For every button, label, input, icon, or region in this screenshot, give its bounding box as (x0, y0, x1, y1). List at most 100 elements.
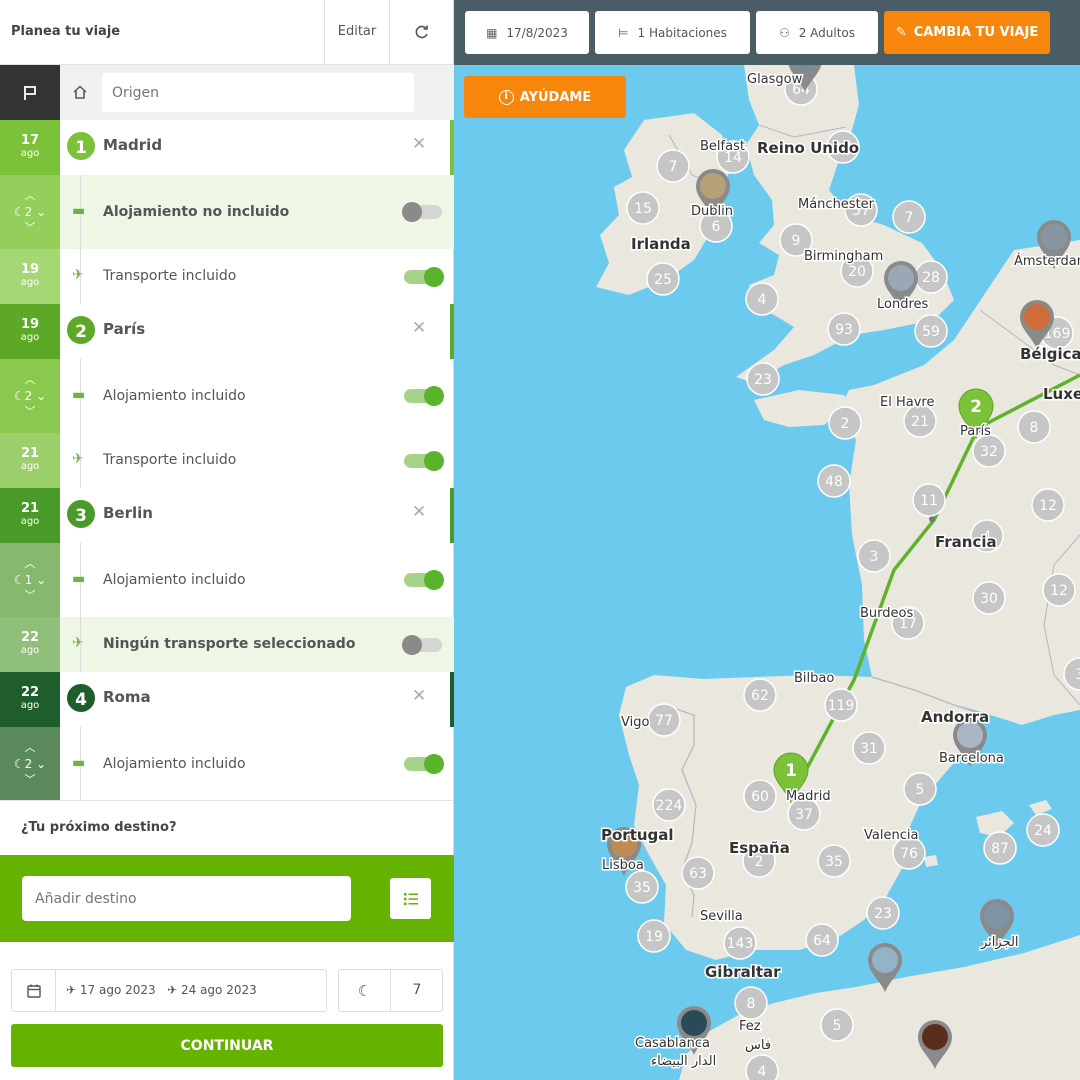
nights-stepper[interactable]: ︿ ☾2 ⌄ ﹀ (0, 175, 60, 249)
accommodation-toggle[interactable] (404, 570, 444, 590)
map-canvas[interactable]: 641771415657 7920 2825493 59231692 21 8324811… (454, 65, 1080, 1080)
cluster-count: 25 (654, 272, 672, 288)
calendar-icon (12, 970, 56, 1011)
chevron-down-icon[interactable]: ⌄ (36, 757, 46, 771)
cluster-count: 9 (792, 233, 801, 249)
map-cluster-marker[interactable]: 60 (743, 779, 777, 813)
map-cluster-marker[interactable]: 5 (903, 772, 937, 806)
edit-button[interactable]: Editar (324, 0, 389, 64)
cluster-count: 7 (669, 159, 678, 175)
map-cluster-marker[interactable]: 31 (852, 731, 886, 765)
chevron-down-icon[interactable]: ﹀ (25, 405, 36, 419)
map-cluster-marker[interactable]: 7 (892, 200, 926, 234)
map-cluster-marker[interactable]: 7 (656, 149, 690, 183)
help-button[interactable]: i AYÚDAME (464, 76, 626, 118)
map-cluster-marker[interactable]: 59 (914, 314, 948, 348)
map-cluster-marker[interactable]: 2 (828, 406, 862, 440)
land-ibiza (924, 855, 938, 867)
remove-city-button[interactable]: ✕ (412, 686, 426, 706)
map-cluster-marker[interactable]: 35 (817, 844, 851, 878)
map-cluster-marker[interactable]: 35 (625, 870, 659, 904)
map-cluster-marker[interactable]: 8 (1017, 410, 1051, 444)
chevron-down-icon[interactable]: ﹀ (25, 773, 36, 787)
map-cluster-marker[interactable]: 28 (914, 260, 948, 294)
accommodation-toggle[interactable] (402, 202, 442, 222)
map-cluster-marker[interactable]: 12 (1031, 488, 1065, 522)
map-place-label: Sevilla (700, 909, 743, 924)
map-cluster-marker[interactable]: 8 (734, 986, 768, 1020)
map-cluster-marker[interactable]: 3 (857, 539, 891, 573)
cluster-count: 63 (689, 866, 707, 882)
date-day: 21 (20, 446, 40, 461)
map-cluster-marker[interactable]: 64 (805, 923, 839, 957)
map-cluster-marker[interactable]: 23 (866, 896, 900, 930)
city-number-badge: 2 (65, 314, 97, 346)
rooms-button[interactable]: ⊨ 1 Habitaciones (595, 11, 750, 54)
map-cluster-marker[interactable]: 224 (652, 788, 686, 822)
chevron-down-icon[interactable]: ⌄ (36, 573, 46, 587)
map-cluster-marker[interactable]: 12 (1042, 573, 1076, 607)
nights-stepper[interactable]: ︿ ☾1 ⌄ ﹀ (0, 543, 60, 617)
map-cluster-marker[interactable]: 63 (681, 856, 715, 890)
chevron-down-icon[interactable]: ⌄ (36, 205, 46, 219)
cluster-count: 15 (634, 201, 652, 217)
chevron-up-icon[interactable]: ︿ (25, 373, 36, 387)
origin-flag-tab[interactable] (0, 65, 60, 120)
moon-icon: ☾ (13, 205, 25, 219)
accommodation-toggle[interactable] (404, 386, 444, 406)
transport-toggle[interactable] (404, 451, 444, 471)
adults-button[interactable]: ⚇ 2 Adultos (756, 11, 878, 54)
map-cluster-marker[interactable]: 25 (646, 262, 680, 296)
map-cluster-marker[interactable]: 87 (983, 831, 1017, 865)
cluster-count: 77 (655, 713, 673, 729)
nights-stepper[interactable]: ︿ ☾2 ⌄ ﹀ (0, 727, 60, 801)
chevron-up-icon[interactable]: ︿ (25, 189, 36, 203)
chevron-up-icon[interactable]: ︿ (25, 557, 36, 571)
origin-input[interactable] (102, 73, 414, 112)
add-destination-input[interactable] (22, 876, 351, 921)
map-cluster-marker[interactable]: 19 (637, 919, 671, 953)
map-cluster-marker[interactable]: 32 (972, 434, 1006, 468)
total-nights: ☾ 7 (338, 969, 443, 1012)
cluster-count: 76 (900, 846, 918, 862)
map-cluster-marker[interactable]: 77 (647, 703, 681, 737)
date-button[interactable]: ▦ 17/8/2023 (465, 11, 589, 54)
remove-city-button[interactable]: ✕ (412, 134, 426, 154)
chevron-down-icon[interactable]: ﹀ (25, 221, 36, 235)
map-place-label: Barcelona (939, 751, 1004, 766)
chevron-down-icon[interactable]: ⌄ (36, 389, 46, 403)
map-place-label: Madrid (786, 789, 831, 804)
map-cluster-marker[interactable]: 15 (626, 191, 660, 225)
remove-city-button[interactable]: ✕ (412, 502, 426, 522)
map-cluster-marker[interactable]: 11 (912, 483, 946, 517)
accommodation-toggle[interactable] (404, 754, 444, 774)
map-cluster-marker[interactable]: 93 (827, 312, 861, 346)
end-date: 24 ago 2023 (180, 983, 257, 997)
change-trip-button[interactable]: ✎ CAMBIA TU VIAJE (884, 11, 1050, 54)
chevron-down-icon[interactable]: ﹀ (25, 589, 36, 603)
map-cluster-marker[interactable]: 5 (820, 1008, 854, 1042)
destination-list-button[interactable] (390, 878, 431, 919)
map-cluster-marker[interactable]: 4 (745, 1054, 779, 1080)
date-badge: 22 ago (0, 617, 60, 672)
map-area[interactable]: 64 17 7 14 15 6 57 7 9 20 28 25 4 93 59 23 169 2 21 8 32 48 11… (454, 0, 1080, 1080)
continue-button[interactable]: CONTINUAR (11, 1024, 443, 1067)
city-name: Berlin (103, 504, 153, 522)
cluster-count: 2 (841, 416, 850, 432)
nights-stepper[interactable]: ︿ ☾2 ⌄ ﹀ (0, 359, 60, 433)
cluster-count: 93 (835, 322, 853, 338)
map-cluster-marker[interactable]: 143 (723, 926, 757, 960)
transport-toggle[interactable] (402, 635, 442, 655)
map-cluster-marker[interactable]: 62 (743, 678, 777, 712)
map-cluster-marker[interactable]: 48 (817, 464, 851, 498)
nights-count: 2 (24, 205, 33, 219)
map-cluster-marker[interactable]: 24 (1026, 813, 1060, 847)
map-cluster-marker[interactable]: 23 (746, 362, 780, 396)
chevron-up-icon[interactable]: ︿ (25, 741, 36, 755)
map-cluster-marker[interactable]: 30 (972, 581, 1006, 615)
map-cluster-marker[interactable]: 119 (824, 688, 858, 722)
map-cluster-marker[interactable]: 4 (745, 282, 779, 316)
remove-city-button[interactable]: ✕ (412, 318, 426, 338)
refresh-button[interactable] (389, 0, 454, 64)
transport-toggle[interactable] (404, 267, 444, 287)
